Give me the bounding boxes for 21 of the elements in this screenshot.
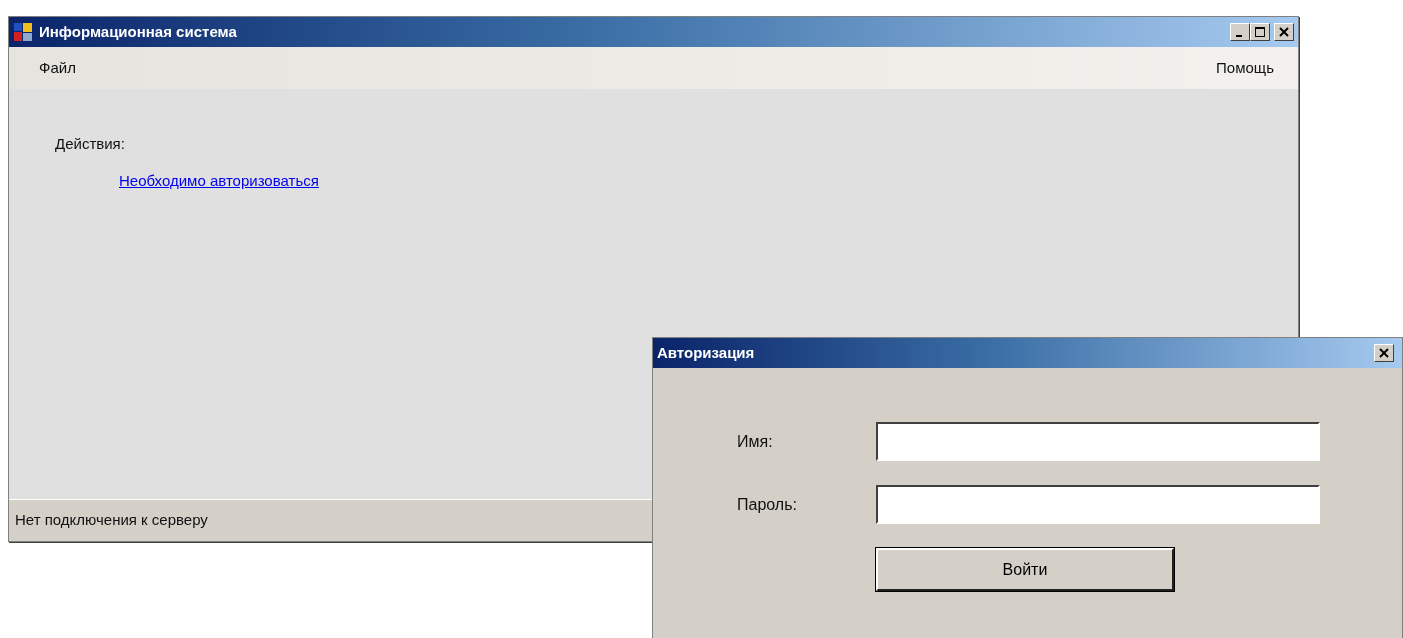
password-field[interactable] <box>876 485 1320 524</box>
minimize-button[interactable] <box>1230 23 1251 41</box>
minimize-icon <box>1235 35 1242 37</box>
window-title: Информационная система <box>39 21 237 42</box>
maximize-icon <box>1255 27 1266 37</box>
menu-item[interactable]: Помощь <box>1216 56 1274 80</box>
dialog-title: Авторизация <box>657 342 755 363</box>
close-icon <box>1279 27 1289 37</box>
close-icon <box>1379 348 1390 358</box>
field-label: Имя: <box>737 431 774 452</box>
maximize-button[interactable] <box>1250 23 1271 41</box>
field-label: Пароль: <box>737 494 798 515</box>
menu-item[interactable]: Файл <box>39 56 76 80</box>
section-label: Действия: <box>55 134 126 154</box>
app-icon <box>13 22 33 42</box>
close-button[interactable] <box>1374 344 1395 362</box>
close-button[interactable] <box>1274 23 1294 41</box>
input-field[interactable] <box>876 422 1320 461</box>
login-link[interactable]: Необходимо авторизоваться <box>119 169 319 192</box>
status-text: Нет подключения к серверу <box>15 510 208 531</box>
login-button[interactable]: Войти <box>876 548 1174 591</box>
